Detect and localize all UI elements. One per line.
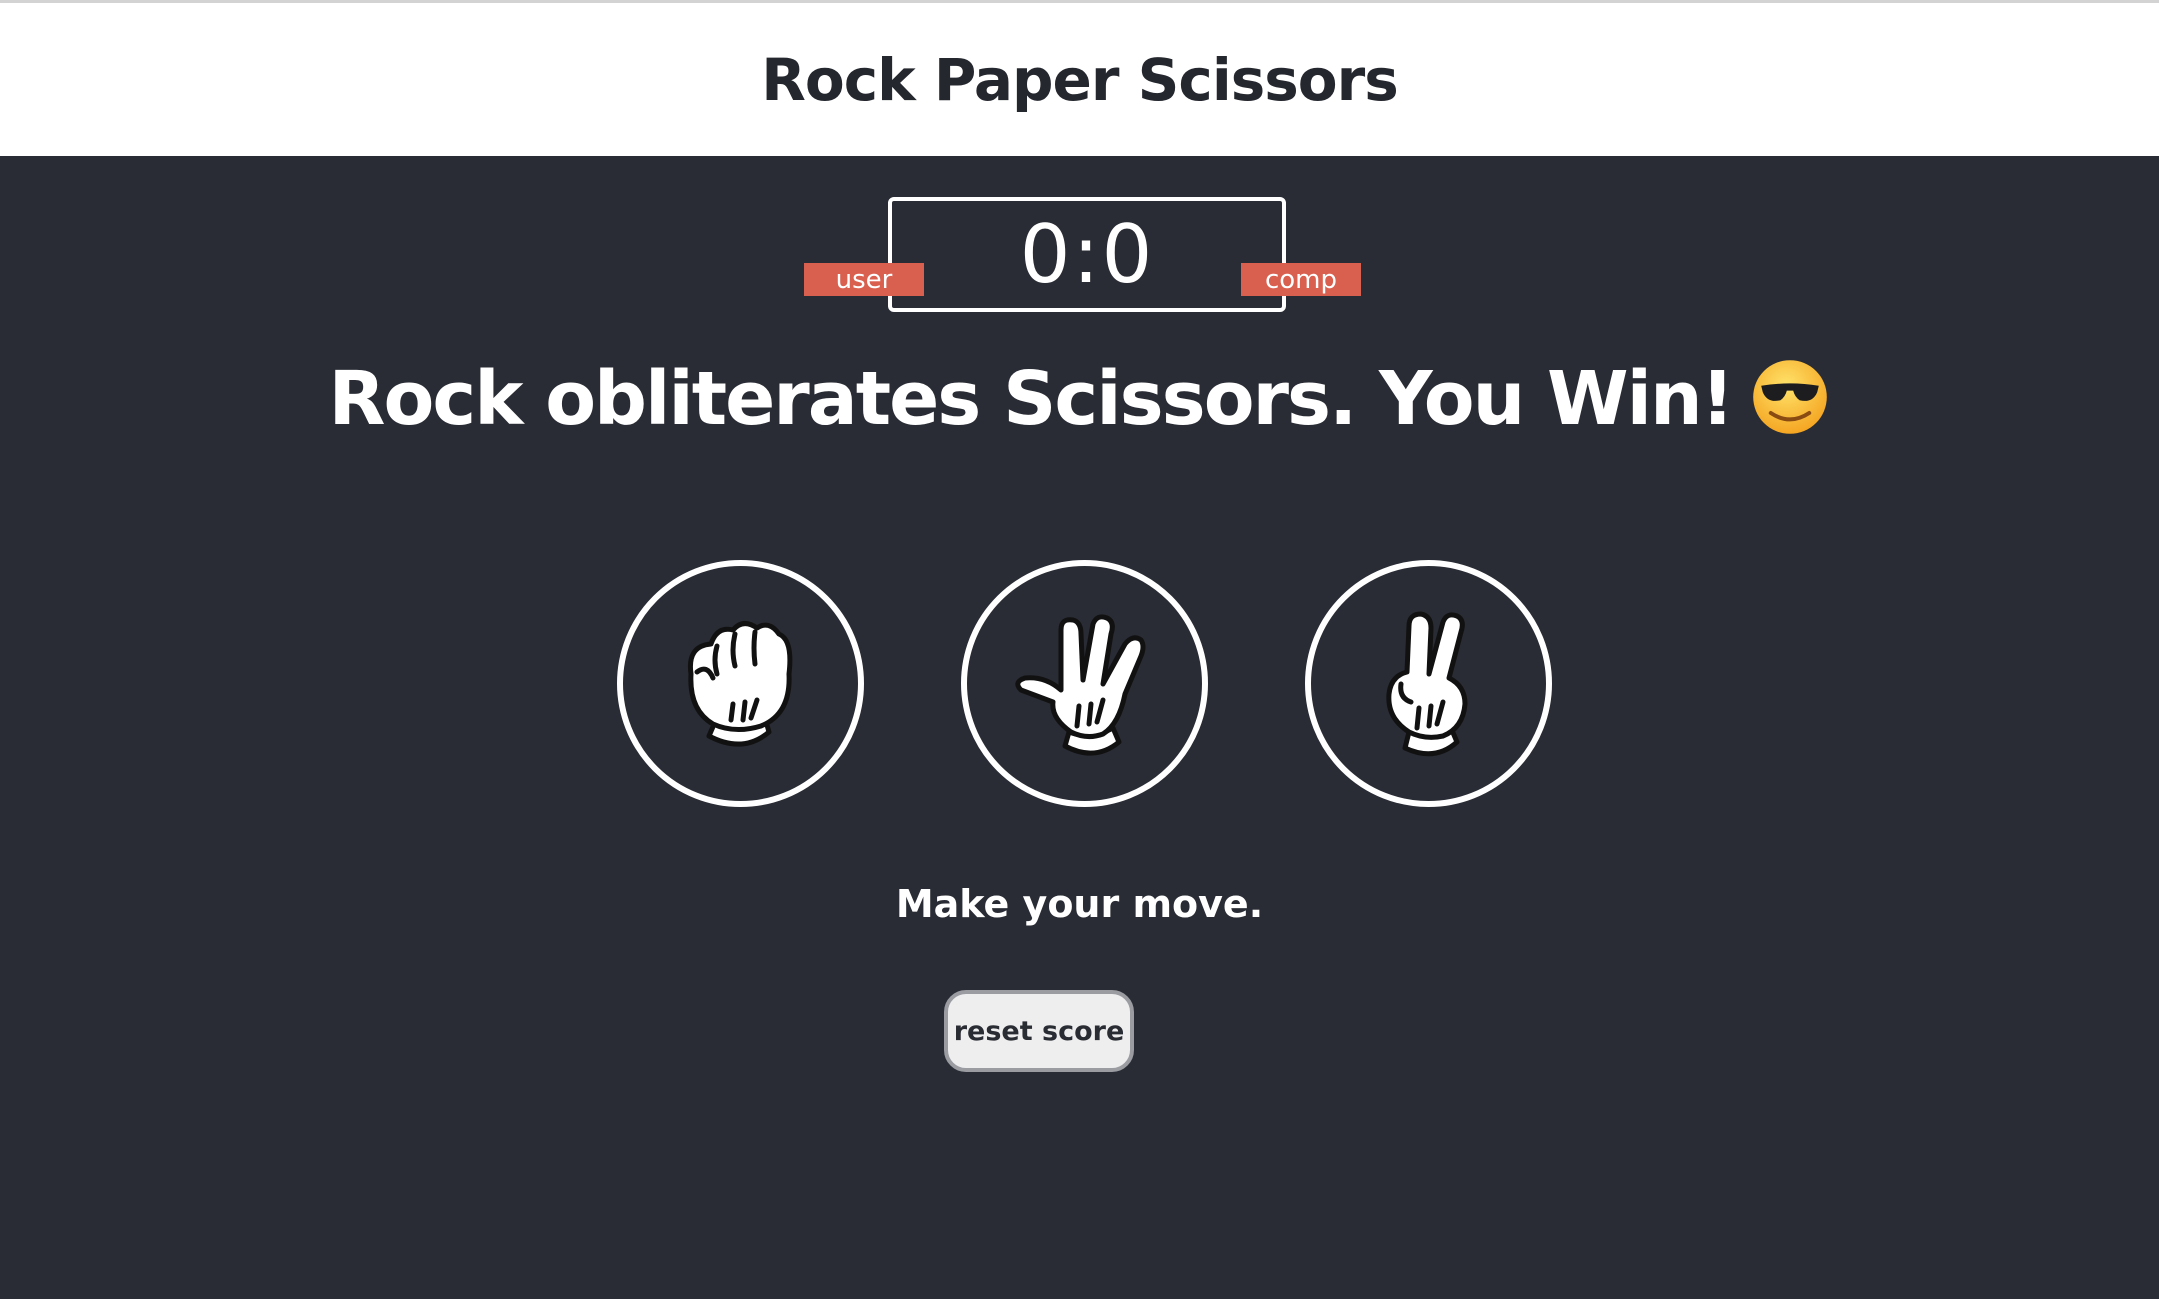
rock-fist-glove-icon [687, 620, 792, 747]
paper-button[interactable] [961, 560, 1208, 807]
rock-button[interactable] [617, 560, 864, 807]
paper-hand-glove-icon [1014, 613, 1145, 755]
scoreboard: 0:0 [888, 197, 1286, 312]
result-text: Rock obliterates Scissors. You Win! [328, 356, 1735, 442]
move-prompt: Make your move. [895, 882, 1264, 926]
game-area: 0:0 user comp Rock obliterates Scissors.… [0, 156, 2159, 1299]
page-header: Rock Paper Scissors [0, 3, 2159, 156]
scissors-fingers-glove-icon [1385, 611, 1467, 756]
score-value: 0:0 [1019, 207, 1155, 301]
reset-score-button[interactable]: reset score [944, 990, 1134, 1072]
scissors-button[interactable] [1305, 560, 1552, 807]
smiling-face-with-sunglasses-icon [1753, 360, 1828, 435]
result-message: Rock obliterates Scissors. You Win! [0, 356, 2159, 442]
comp-badge: comp [1241, 263, 1361, 296]
user-badge: user [804, 263, 924, 296]
page-title: Rock Paper Scissors [761, 45, 1398, 114]
